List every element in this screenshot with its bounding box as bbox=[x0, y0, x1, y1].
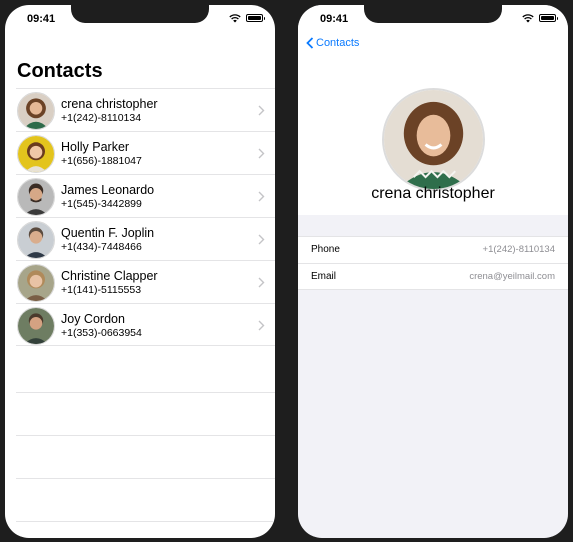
back-button-label: Contacts bbox=[316, 37, 360, 49]
empty-row bbox=[16, 436, 275, 479]
chevron-right-icon bbox=[258, 105, 265, 116]
battery-icon bbox=[246, 14, 265, 22]
phone-label: Phone bbox=[311, 244, 340, 255]
avatar bbox=[17, 92, 55, 130]
status-time: 09:41 bbox=[27, 13, 56, 25]
contact-phone: +1(656)-1881047 bbox=[61, 155, 142, 167]
phone-row[interactable]: Phone +1(242)-8110134 bbox=[298, 237, 568, 263]
contact-name: Christine Clapper bbox=[61, 269, 158, 283]
avatar bbox=[17, 135, 55, 173]
avatar bbox=[17, 221, 55, 259]
contact-row[interactable]: Holly Parker +1(656)-1881047 bbox=[16, 131, 275, 174]
contact-phone: +1(545)-3442899 bbox=[61, 198, 142, 210]
contact-row[interactable]: crena christopher +1(242)-8110134 bbox=[16, 88, 275, 131]
chevron-right-icon bbox=[258, 191, 265, 202]
status-time: 09:41 bbox=[320, 13, 349, 25]
email-row[interactable]: Email crena@yeilmail.com bbox=[298, 263, 568, 289]
contacts-list-screen: 09:41 Contacts crena christopher +1(242)… bbox=[5, 5, 275, 538]
contact-photo bbox=[382, 88, 485, 191]
contact-detail-screen: 09:41 Contacts crena christopher Phone +… bbox=[298, 5, 568, 538]
notch bbox=[71, 5, 209, 23]
contact-name-heading: crena christopher bbox=[371, 185, 495, 202]
empty-row bbox=[16, 350, 275, 393]
battery-icon bbox=[539, 14, 558, 22]
wifi-icon bbox=[229, 14, 241, 23]
avatar bbox=[17, 264, 55, 302]
phone-value: +1(242)-8110134 bbox=[482, 244, 555, 255]
notch bbox=[364, 5, 502, 23]
contact-name: Quentin F. Joplin bbox=[61, 226, 155, 240]
contact-phone: +1(242)-8110134 bbox=[61, 112, 142, 124]
contact-row[interactable]: James Leonardo +1(545)-3442899 bbox=[16, 174, 275, 217]
empty-list-rows bbox=[16, 350, 275, 522]
contact-name: Joy Cordon bbox=[61, 312, 125, 326]
status-icons bbox=[229, 13, 265, 23]
email-label: Email bbox=[311, 271, 337, 282]
chevron-right-icon bbox=[258, 148, 265, 159]
contact-phone: +1(353)-0663954 bbox=[61, 327, 142, 339]
avatar bbox=[17, 307, 55, 345]
contact-list: crena christopher +1(242)-8110134 Holly … bbox=[16, 88, 275, 346]
chevron-right-icon bbox=[258, 320, 265, 331]
status-icons bbox=[522, 13, 558, 23]
chevron-right-icon bbox=[258, 234, 265, 245]
email-value: crena@yeilmail.com bbox=[469, 271, 555, 282]
chevron-left-icon bbox=[306, 37, 314, 49]
wifi-icon bbox=[522, 14, 534, 23]
empty-row bbox=[16, 479, 275, 522]
contact-row[interactable]: Joy Cordon +1(353)-0663954 bbox=[16, 303, 275, 346]
chevron-right-icon bbox=[258, 277, 265, 288]
contact-row[interactable]: Quentin F. Joplin +1(434)-7448466 bbox=[16, 217, 275, 260]
page-title: Contacts bbox=[17, 60, 103, 82]
contact-name: crena christopher bbox=[61, 97, 158, 111]
contact-name: James Leonardo bbox=[61, 183, 155, 197]
contact-row[interactable]: Christine Clapper +1(141)-5115553 bbox=[16, 260, 275, 303]
contact-name: Holly Parker bbox=[61, 140, 130, 154]
contact-info-table: Phone +1(242)-8110134 Email crena@yeilma… bbox=[298, 236, 568, 290]
avatar bbox=[17, 178, 55, 216]
back-button[interactable]: Contacts bbox=[306, 37, 359, 49]
contact-phone: +1(141)-5115553 bbox=[61, 284, 142, 296]
empty-row bbox=[16, 393, 275, 436]
contact-phone: +1(434)-7448466 bbox=[61, 241, 142, 253]
